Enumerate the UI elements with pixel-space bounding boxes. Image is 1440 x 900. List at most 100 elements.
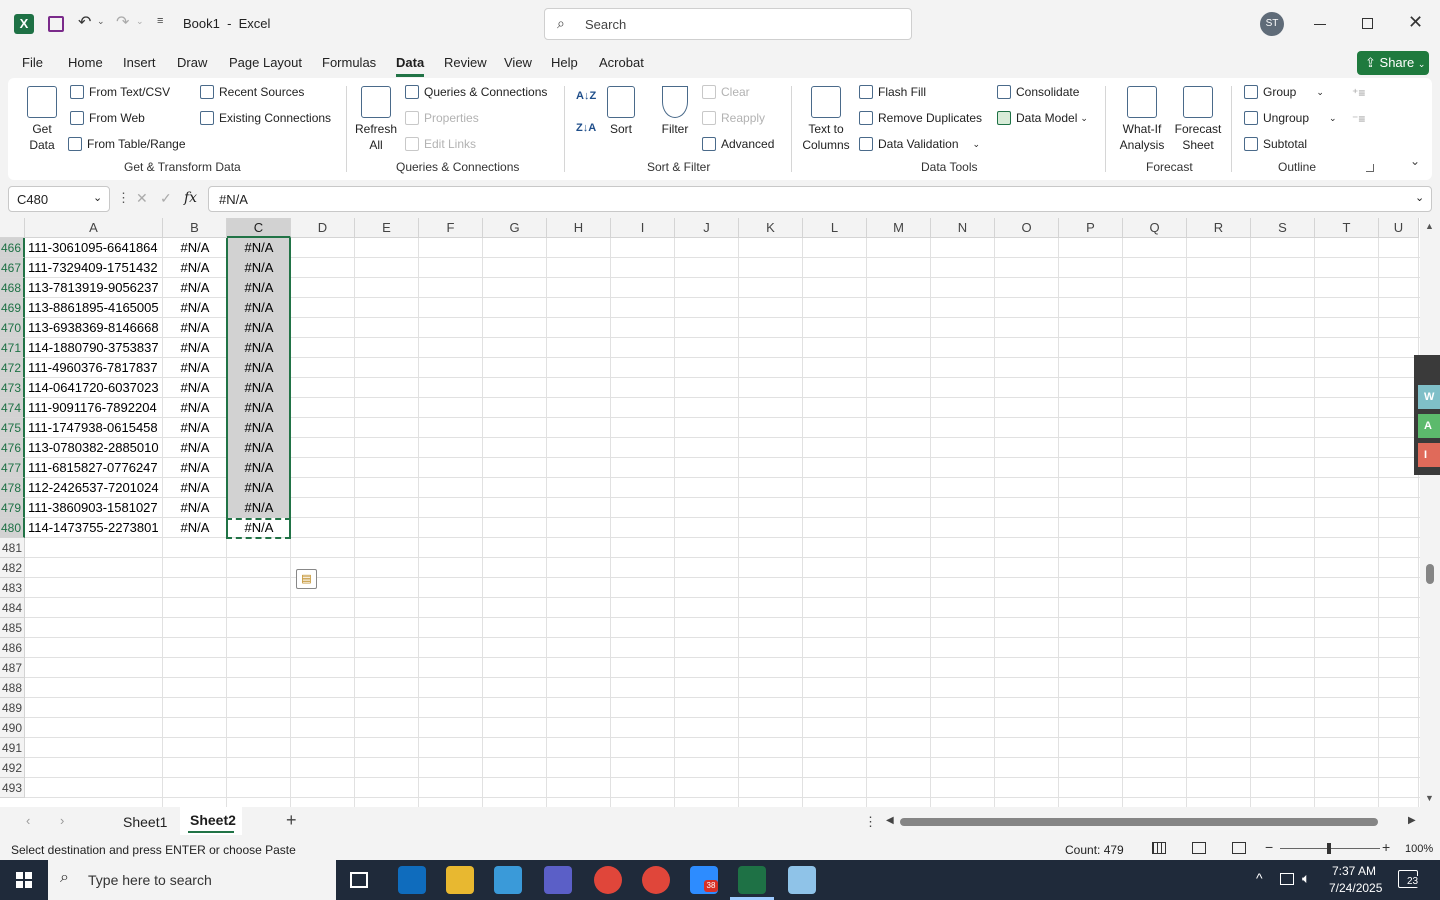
taskbar-search-box[interactable]: ⌕ Type here to search (48, 860, 336, 900)
zoom-in-icon[interactable]: + (1382, 839, 1390, 855)
share-button[interactable]: ⇪ Share ⌄ (1357, 51, 1429, 75)
cell-c[interactable] (227, 778, 291, 798)
sort-button[interactable]: Sort (604, 86, 638, 137)
hscroll-left-icon[interactable]: ◀ (886, 815, 894, 826)
cell-b[interactable] (163, 678, 227, 698)
tab-help[interactable]: Help (551, 55, 578, 70)
cell-a[interactable]: 113-8861895-4165005 (25, 298, 163, 318)
cell-c[interactable] (227, 758, 291, 778)
column-header-l[interactable]: L (803, 218, 867, 238)
cell-a[interactable]: 111-7329409-1751432 (25, 258, 163, 278)
cell-a[interactable] (25, 638, 163, 658)
tray-overflow-icon[interactable]: ^ (1256, 870, 1263, 886)
avatar[interactable]: ST (1260, 12, 1284, 36)
excel-taskbar-icon[interactable] (738, 866, 766, 894)
zoom-app-icon[interactable]: 38 (690, 866, 718, 894)
cell-c[interactable] (227, 638, 291, 658)
row-header[interactable]: 476 (0, 438, 25, 458)
column-header-r[interactable]: R (1187, 218, 1251, 238)
from-table-range-button[interactable]: From Table/Range (68, 137, 186, 151)
flash-fill-button[interactable]: Flash Fill (859, 85, 926, 99)
tab-insert[interactable]: Insert (123, 55, 156, 70)
row-header[interactable]: 493 (0, 778, 25, 798)
task-view-icon[interactable] (350, 872, 368, 888)
row-header[interactable]: 491 (0, 738, 25, 758)
column-header-g[interactable]: G (483, 218, 547, 238)
customize-qat-icon[interactable]: ≡ (157, 15, 163, 27)
sort-za-icon[interactable]: Z↓A (576, 122, 596, 134)
cell-b[interactable] (163, 578, 227, 598)
refresh-all-button[interactable]: Refresh All (354, 86, 398, 153)
row-header[interactable]: 492 (0, 758, 25, 778)
consolidate-button[interactable]: Consolidate (997, 85, 1079, 99)
cell-a[interactable] (25, 538, 163, 558)
side-tag-teal[interactable]: W (1418, 385, 1440, 409)
column-header-i[interactable]: I (611, 218, 675, 238)
cell-a[interactable] (25, 618, 163, 638)
sheet-tab-sheet1[interactable]: Sheet1 (123, 814, 167, 830)
tab-data[interactable]: Data (396, 55, 424, 70)
cell-b[interactable] (163, 718, 227, 738)
cell-b[interactable]: #N/A (163, 398, 227, 418)
name-box[interactable]: C480 ⌄ (8, 186, 110, 212)
outline-dialog-launcher-icon[interactable] (1366, 164, 1374, 172)
column-header-p[interactable]: P (1059, 218, 1123, 238)
cell-c[interactable] (227, 678, 291, 698)
sort-az-icon[interactable]: A↓Z (576, 90, 596, 102)
cell-b[interactable] (163, 618, 227, 638)
forecast-sheet-button[interactable]: Forecast Sheet (1172, 86, 1224, 153)
cell-a[interactable] (25, 738, 163, 758)
data-validation-button[interactable]: Data Validation ⌄ (859, 137, 980, 151)
row-header[interactable]: 487 (0, 658, 25, 678)
cell-c[interactable] (227, 618, 291, 638)
close-icon[interactable]: ✕ (1408, 12, 1423, 33)
column-header-a[interactable]: A (25, 218, 163, 238)
tab-view[interactable]: View (504, 55, 532, 70)
cell-a[interactable] (25, 658, 163, 678)
cell-b[interactable]: #N/A (163, 418, 227, 438)
cell-c[interactable] (227, 558, 291, 578)
subtotal-button[interactable]: Subtotal (1244, 137, 1307, 151)
row-header[interactable]: 483 (0, 578, 25, 598)
cell-a[interactable]: 112-2426537-7201024 (25, 478, 163, 498)
cell-b[interactable]: #N/A (163, 318, 227, 338)
cell-a[interactable]: 113-0780382-2885010 (25, 438, 163, 458)
search-box[interactable]: ⌕ Search (544, 8, 912, 40)
cell-b[interactable] (163, 758, 227, 778)
row-header[interactable]: 490 (0, 718, 25, 738)
column-header-t[interactable]: T (1315, 218, 1379, 238)
text-to-columns-button[interactable]: Text to Columns (800, 86, 852, 153)
redo-icon[interactable]: ↷ (116, 12, 129, 32)
cell-b[interactable] (163, 738, 227, 758)
cell-b[interactable]: #N/A (163, 298, 227, 318)
row-header[interactable]: 475 (0, 418, 25, 438)
from-web-button[interactable]: From Web (70, 111, 145, 125)
minimize-icon[interactable] (1314, 24, 1326, 25)
teams-icon[interactable] (544, 866, 572, 894)
row-header[interactable]: 469 (0, 298, 25, 318)
worksheet-grid[interactable]: ABCDEFGHIJKLMNOPQRSTU 466 111-3061095-664… (0, 218, 1440, 807)
cell-b[interactable]: #N/A (163, 518, 227, 538)
hscroll-right-icon[interactable]: ▶ (1408, 815, 1416, 826)
cell-c[interactable] (227, 738, 291, 758)
row-header[interactable]: 472 (0, 358, 25, 378)
horizontal-scroll-thumb[interactable] (900, 818, 1378, 826)
tab-splitter-icon[interactable]: ⋮ (864, 814, 877, 830)
app-diamond-icon[interactable] (494, 866, 522, 894)
cell-a[interactable]: 111-3061095-6641864 (25, 238, 163, 258)
row-header[interactable]: 467 (0, 258, 25, 278)
scroll-up-icon[interactable]: ▲ (1425, 221, 1434, 231)
clock-date[interactable]: 7/24/2025 (1329, 881, 1382, 895)
row-header[interactable]: 471 (0, 338, 25, 358)
column-header-m[interactable]: M (867, 218, 931, 238)
status-count[interactable]: Count: 479 (1065, 843, 1124, 857)
cell-a[interactable] (25, 598, 163, 618)
prev-sheet-icon[interactable]: ‹ (26, 813, 30, 828)
notepad-icon[interactable] (788, 866, 816, 894)
column-header-n[interactable]: N (931, 218, 995, 238)
save-icon[interactable] (48, 16, 64, 32)
expand-formula-icon[interactable]: ⌄ (1415, 191, 1424, 204)
next-sheet-icon[interactable]: › (60, 813, 64, 828)
chrome-profile-icon[interactable] (642, 866, 670, 894)
row-header[interactable]: 489 (0, 698, 25, 718)
